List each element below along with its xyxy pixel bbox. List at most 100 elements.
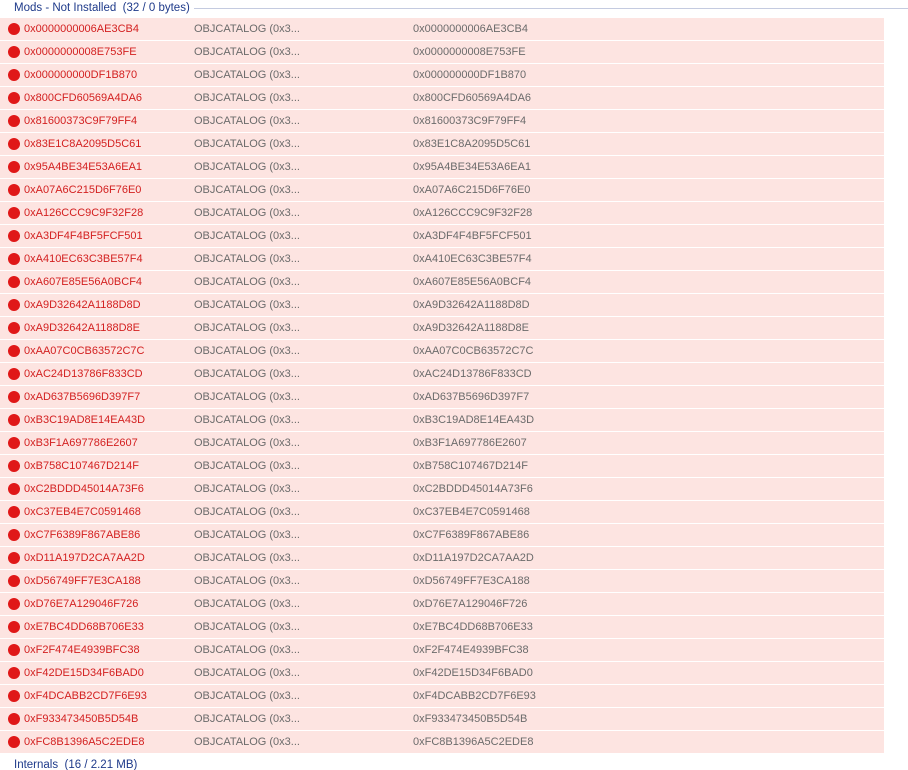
row-value: 0xD76E7A129046F726 [413,598,528,610]
table-row[interactable]: 0xA410EC63C3BE57F4 OBJCATALOG (0x3... 0xA4… [0,248,884,270]
row-value: 0xAC24D13786F833CD [413,368,532,380]
next-group-title-text: Internals [14,759,59,770]
table-row[interactable]: 0x0000000006AE3CB4 OBJCATALOG (0x3... 0x00… [0,18,884,40]
table-row[interactable]: 0xD76E7A129046F726 OBJCATALOG (0x3... 0xD7… [0,593,884,615]
table-row[interactable]: 0xB758C107467D214F OBJCATALOG (0x3... 0xB7… [0,455,884,477]
status-not-installed-icon [8,207,20,219]
row-type: OBJCATALOG (0x3... [194,437,300,449]
status-not-installed-icon [8,621,20,633]
row-name: 0xA3DF4F4BF5FCF501 [24,230,143,242]
table-row[interactable]: 0xF4DCABB2CD7F6E93 OBJCATALOG (0x3... 0xF4… [0,685,884,707]
row-name: 0xC2BDDD45014A73F6 [24,483,144,495]
row-type: OBJCATALOG (0x3... [194,322,300,334]
row-name: 0xA07A6C215D6F76E0 [24,184,142,196]
row-type: OBJCATALOG (0x3... [194,92,300,104]
table-row[interactable]: 0xD11A197D2CA7AA2D OBJCATALOG (0x3... 0xD1… [0,547,884,569]
status-not-installed-icon [8,391,20,403]
status-not-installed-icon [8,483,20,495]
row-value: 0xB3C19AD8E14EA43D [413,414,535,426]
table-row[interactable]: 0xA9D32642A1188D8E OBJCATALOG (0x3... 0xA9… [0,317,884,339]
status-not-installed-icon [8,299,20,311]
row-name: 0xAD637B5696D397F7 [24,391,141,403]
table-row[interactable]: 0x81600373C9F79FF4 OBJCATALOG (0x3... 0x81… [0,110,884,132]
table-row[interactable]: 0xD56749FF7E3CA188 OBJCATALOG (0x3... 0xD5… [0,570,884,592]
next-group-title: Internals (16 / 2.21 MB) [0,759,137,770]
row-type: OBJCATALOG (0x3... [194,506,300,518]
table-row[interactable]: 0x800CFD60569A4DA6 OBJCATALOG (0x3... 0x80… [0,87,884,109]
row-type: OBJCATALOG (0x3... [194,598,300,610]
row-type: OBJCATALOG (0x3... [194,552,300,564]
row-value: 0xA3DF4F4BF5FCF501 [413,230,532,242]
row-type: OBJCATALOG (0x3... [194,736,300,748]
row-name: 0xA126CCC9C9F32F28 [24,207,144,219]
row-value: 0xF4DCABB2CD7F6E93 [413,690,536,702]
status-not-installed-icon [8,598,20,610]
row-value: 0xA9D32642A1188D8E [413,322,529,334]
status-not-installed-icon [8,437,20,449]
table-row[interactable]: 0xA3DF4F4BF5FCF501 OBJCATALOG (0x3... 0xA3… [0,225,884,247]
table-row[interactable]: 0xF2F474E4939BFC38 OBJCATALOG (0x3... 0xF2… [0,639,884,661]
table-row[interactable]: 0x83E1C8A2095D5C61 OBJCATALOG (0x3... 0x83… [0,133,884,155]
status-not-installed-icon [8,736,20,748]
row-name: 0x000000000DF1B870 [24,69,138,81]
row-value: 0xE7BC4DD68B706E33 [413,621,533,633]
row-type: OBJCATALOG (0x3... [194,690,300,702]
table-row[interactable]: 0xF933473450B5D54B OBJCATALOG (0x3... 0xF9… [0,708,884,730]
row-name: 0xF42DE15D34F6BAD0 [24,667,144,679]
table-row[interactable]: 0xAC24D13786F833CD OBJCATALOG (0x3... 0xAC… [0,363,884,385]
row-name: 0xD56749FF7E3CA188 [24,575,141,587]
row-name: 0xD76E7A129046F726 [24,598,139,610]
row-type: OBJCATALOG (0x3... [194,529,300,541]
row-type: OBJCATALOG (0x3... [194,414,300,426]
row-name: 0xB3F1A697786E2607 [24,437,138,449]
status-not-installed-icon [8,368,20,380]
row-value: 0x81600373C9F79FF4 [413,115,527,127]
row-type: OBJCATALOG (0x3... [194,253,300,265]
table-row[interactable]: 0xAA07C0CB63572C7C OBJCATALOG (0x3... 0xAA… [0,340,884,362]
status-not-installed-icon [8,529,20,541]
row-value: 0xB3F1A697786E2607 [413,437,527,449]
row-value: 0xC7F6389F867ABE86 [413,529,530,541]
row-type: OBJCATALOG (0x3... [194,161,300,173]
row-value: 0xA410EC63C3BE57F4 [413,253,532,265]
row-type: OBJCATALOG (0x3... [194,644,300,656]
row-type: OBJCATALOG (0x3... [194,460,300,472]
row-value: 0xD56749FF7E3CA188 [413,575,530,587]
table-row[interactable]: 0xA126CCC9C9F32F28 OBJCATALOG (0x3... 0xA1… [0,202,884,224]
table-row[interactable]: 0x0000000008E753FE OBJCATALOG (0x3... 0x00… [0,41,884,63]
table-row[interactable]: 0xA07A6C215D6F76E0 OBJCATALOG (0x3... 0xA0… [0,179,884,201]
group-title-text: Mods - Not Installed [14,2,117,14]
table-row[interactable]: 0xA607E85E56A0BCF4 OBJCATALOG (0x3... 0xA6… [0,271,884,293]
row-name: 0xAC24D13786F833CD [24,368,143,380]
group-summary: (32 / 0 bytes) [122,2,190,14]
table-row[interactable]: 0xA9D32642A1188D8D OBJCATALOG (0x3... 0xA9… [0,294,884,316]
table-row[interactable]: 0xE7BC4DD68B706E33 OBJCATALOG (0x3... 0xE7… [0,616,884,638]
row-type: OBJCATALOG (0x3... [194,138,300,150]
status-not-installed-icon [8,690,20,702]
row-name: 0xAA07C0CB63572C7C [24,345,145,357]
group-title: Mods - Not Installed (32 / 0 bytes) [0,1,190,15]
table-row[interactable]: 0xB3C19AD8E14EA43D OBJCATALOG (0x3... 0xB3… [0,409,884,431]
row-value: 0xA607E85E56A0BCF4 [413,276,532,288]
table-row[interactable]: 0xF42DE15D34F6BAD0 OBJCATALOG (0x3... 0xF4… [0,662,884,684]
row-name: 0xC7F6389F867ABE86 [24,529,141,541]
group-header-mods-not-installed[interactable]: Mods - Not Installed (32 / 0 bytes) [0,0,908,16]
group-divider [193,8,908,9]
status-not-installed-icon [8,667,20,679]
table-row[interactable]: 0xC7F6389F867ABE86 OBJCATALOG (0x3... 0xC7… [0,524,884,546]
table-row[interactable]: 0x95A4BE34E53A6EA1 OBJCATALOG (0x3... 0x95… [0,156,884,178]
table-row[interactable]: 0x000000000DF1B870 OBJCATALOG (0x3... 0x00… [0,64,884,86]
row-type: OBJCATALOG (0x3... [194,299,300,311]
group-header-internals[interactable]: Internals (16 / 2.21 MB) [0,758,908,770]
row-type: OBJCATALOG (0x3... [194,667,300,679]
status-not-installed-icon [8,552,20,564]
row-value: 0xB758C107467D214F [413,460,528,472]
status-not-installed-icon [8,253,20,265]
table-row[interactable]: 0xFC8B1396A5C2EDE8 OBJCATALOG (0x3... 0xFC… [0,731,884,753]
status-not-installed-icon [8,69,20,81]
table-row[interactable]: 0xC37EB4E7C0591468 OBJCATALOG (0x3... 0xC3… [0,501,884,523]
table-row[interactable]: 0xC2BDDD45014A73F6 OBJCATALOG (0x3... 0xC2… [0,478,884,500]
table-row[interactable]: 0xAD637B5696D397F7 OBJCATALOG (0x3... 0xAD… [0,386,884,408]
status-not-installed-icon [8,644,20,656]
table-row[interactable]: 0xB3F1A697786E2607 OBJCATALOG (0x3... 0xB3… [0,432,884,454]
